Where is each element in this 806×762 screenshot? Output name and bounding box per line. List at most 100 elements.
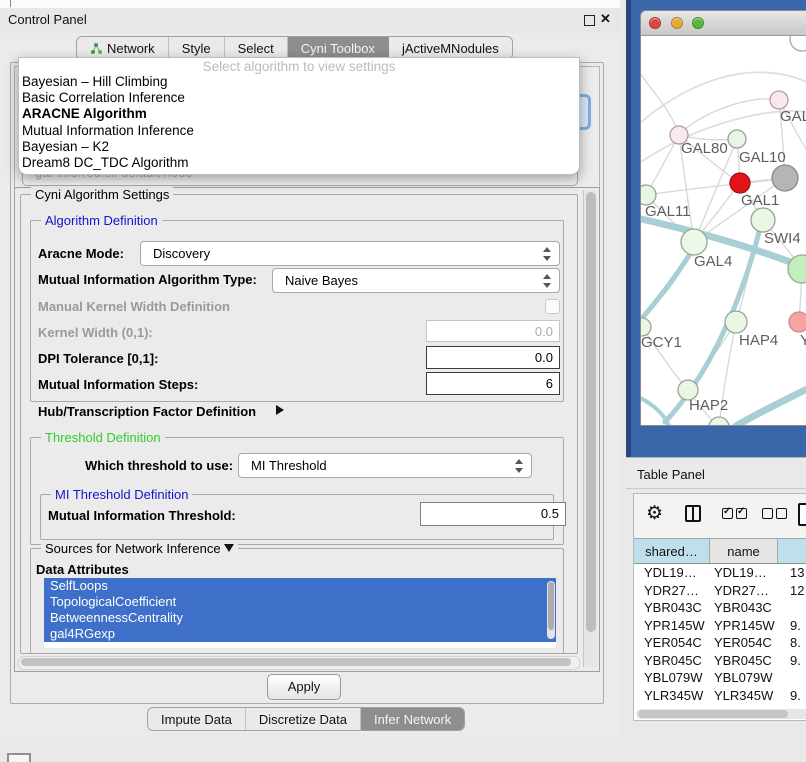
page-icon[interactable] <box>798 503 806 526</box>
node[interactable] <box>772 165 798 191</box>
table-panel-title: Table Panel <box>637 467 705 482</box>
manual-kernel-label: Manual Kernel Width Definition <box>38 299 230 314</box>
vertical-scrollbar[interactable] <box>583 190 597 667</box>
dropdown-placeholder: Select algorithm to view settings <box>19 58 579 74</box>
table-toolbar: ⚙ <box>634 494 806 538</box>
table-row[interactable]: YIL052CYIL052C9 <box>634 704 806 707</box>
screen: Control Panel ✕ NetworkStyleSelectCyni T… <box>0 0 806 762</box>
columns-icon[interactable] <box>685 505 701 522</box>
table-cell <box>778 669 806 687</box>
node[interactable] <box>790 36 806 51</box>
algorithm-dropdown[interactable]: Select algorithm to view settings Bayesi… <box>18 57 580 175</box>
column-header-shared[interactable]: shared… <box>634 539 710 563</box>
node-y[interactable] <box>789 312 806 332</box>
tab-select[interactable]: Select <box>225 37 288 59</box>
list-scrollbar[interactable] <box>547 581 555 639</box>
attribute-item[interactable]: gal4RGexp <box>44 626 556 642</box>
node-gal1[interactable] <box>730 173 750 193</box>
node[interactable] <box>709 417 729 426</box>
apply-button[interactable]: Apply <box>267 674 341 700</box>
close-icon[interactable]: ✕ <box>600 11 611 27</box>
unchecked-checkbox-icon[interactable] <box>776 508 787 519</box>
table-row[interactable]: YDR27…YDR27…12 <box>634 582 806 600</box>
collapse-down-icon[interactable] <box>224 544 234 552</box>
close-traffic-light[interactable] <box>649 17 661 29</box>
network-edge-thick[interactable] <box>641 392 669 426</box>
table-body[interactable]: YDL19…YDL19…13YDR27…YDR27…12YBR043CYBR04… <box>634 564 806 707</box>
table-row[interactable]: YBR045CYBR045C9. <box>634 652 806 670</box>
table-cell: 9. <box>778 652 806 670</box>
tab-cyni-toolbox[interactable]: Cyni Toolbox <box>288 37 389 59</box>
node-gal4[interactable] <box>681 229 707 255</box>
algorithm-option[interactable]: Bayesian – K2 <box>19 139 579 155</box>
collapsed-panel-icon[interactable] <box>7 753 31 762</box>
node-gal[interactable] <box>770 91 788 109</box>
node-label: GAL1 <box>741 192 779 209</box>
node-label: GCY1 <box>641 334 682 351</box>
zoom-traffic-light[interactable] <box>692 17 704 29</box>
network-edge[interactable] <box>641 66 679 135</box>
column-header-third[interactable] <box>778 539 806 563</box>
tab-discretize-data[interactable]: Discretize Data <box>246 708 361 730</box>
table-row[interactable]: YER054CYER054C8. <box>634 634 806 652</box>
tab-infer-network[interactable]: Infer Network <box>361 708 464 730</box>
kernel-width-input[interactable]: 0.0 <box>426 320 560 342</box>
expand-right-icon[interactable] <box>276 405 284 415</box>
table-cell: YDL19… <box>710 564 778 582</box>
tab-impute-data[interactable]: Impute Data <box>148 708 246 730</box>
mi-steps-input[interactable]: 6 <box>426 372 560 395</box>
table-row[interactable]: YDL19…YDL19…13 <box>634 564 806 582</box>
mi-algorithm-type-combobox[interactable]: Naive Bayes <box>272 268 560 293</box>
float-window-icon[interactable] <box>584 15 595 26</box>
mi-steps-label: Mutual Information Steps: <box>38 377 198 392</box>
dpi-tolerance-label: DPI Tolerance [0,1]: <box>38 351 158 366</box>
node-swi4[interactable] <box>751 208 775 232</box>
tab-jactivemnodules[interactable]: jActiveMNodules <box>389 37 512 59</box>
attribute-item[interactable]: TopologicalCoefficient <box>44 594 556 610</box>
table-row[interactable]: YLR345WYLR345W9. <box>634 687 806 705</box>
table-horizontal-scrollbar[interactable] <box>636 709 806 719</box>
column-header-name[interactable]: name <box>710 539 778 563</box>
table-cell: YLR345W <box>634 687 710 705</box>
network-edge[interactable] <box>679 99 779 135</box>
dpi-tolerance-input[interactable]: 0.0 <box>426 346 560 369</box>
tab-style[interactable]: Style <box>169 37 225 59</box>
horizontal-scrollbar[interactable] <box>18 656 580 670</box>
network-edge-thick[interactable] <box>736 387 806 426</box>
algorithm-option[interactable]: ARACNE Algorithm <box>19 106 579 122</box>
node-gal10[interactable] <box>728 130 746 148</box>
algorithm-option[interactable]: Mutual Information Inference <box>19 123 579 139</box>
table-row[interactable]: YPR145WYPR145W9. <box>634 617 806 635</box>
network-icon <box>90 42 102 54</box>
which-threshold-combobox[interactable]: MI Threshold <box>238 453 532 478</box>
mi-threshold-input[interactable]: 0.5 <box>420 502 566 526</box>
network-window[interactable]: GALGAL80GAL10GAL1GAL11SWI4GAL4HAP4YGCY1H… <box>640 10 806 426</box>
table-cell: 9. <box>778 687 806 705</box>
node-gal11[interactable] <box>641 185 656 205</box>
minimize-traffic-light[interactable] <box>671 17 683 29</box>
table-row[interactable]: YBL079WYBL079W <box>634 669 806 687</box>
attribute-item[interactable]: BetweennessCentrality <box>44 610 556 626</box>
checked-checkbox-icon[interactable] <box>736 508 747 519</box>
node-label: GAL10 <box>739 149 786 166</box>
gear-icon[interactable]: ⚙ <box>646 502 663 525</box>
table-row[interactable]: YBR043CYBR043C <box>634 599 806 617</box>
node-table: ⚙ shared… name YDL19…YDL19…13YDR27…YDR27… <box>633 493 806 721</box>
aracne-mode-combobox[interactable]: Discovery <box>140 241 560 266</box>
network-window-titlebar[interactable] <box>641 11 806 36</box>
unchecked-checkbox-icon[interactable] <box>762 508 773 519</box>
network-canvas[interactable]: GALGAL80GAL10GAL1GAL11SWI4GAL4HAP4YGCY1H… <box>641 36 806 425</box>
table-cell: YBR045C <box>634 652 710 670</box>
table-cell: YPR145W <box>634 617 710 635</box>
checked-checkbox-icon[interactable] <box>722 508 733 519</box>
attribute-item[interactable]: SelfLoops <box>44 578 556 594</box>
algorithm-option[interactable]: Basic Correlation Inference <box>19 90 579 106</box>
algorithm-option[interactable]: Dream8 DC_TDC Algorithm <box>19 155 579 171</box>
data-attributes-list[interactable]: SelfLoopsTopologicalCoefficientBetweenne… <box>44 578 556 648</box>
tab-network[interactable]: Network <box>77 37 169 59</box>
node-label: Y <box>800 332 806 349</box>
node-hap4[interactable] <box>725 311 747 333</box>
algorithm-option[interactable]: Bayesian – Hill Climbing <box>19 74 579 90</box>
manual-kernel-checkbox[interactable] <box>545 299 560 314</box>
stepper-icon <box>543 247 552 261</box>
